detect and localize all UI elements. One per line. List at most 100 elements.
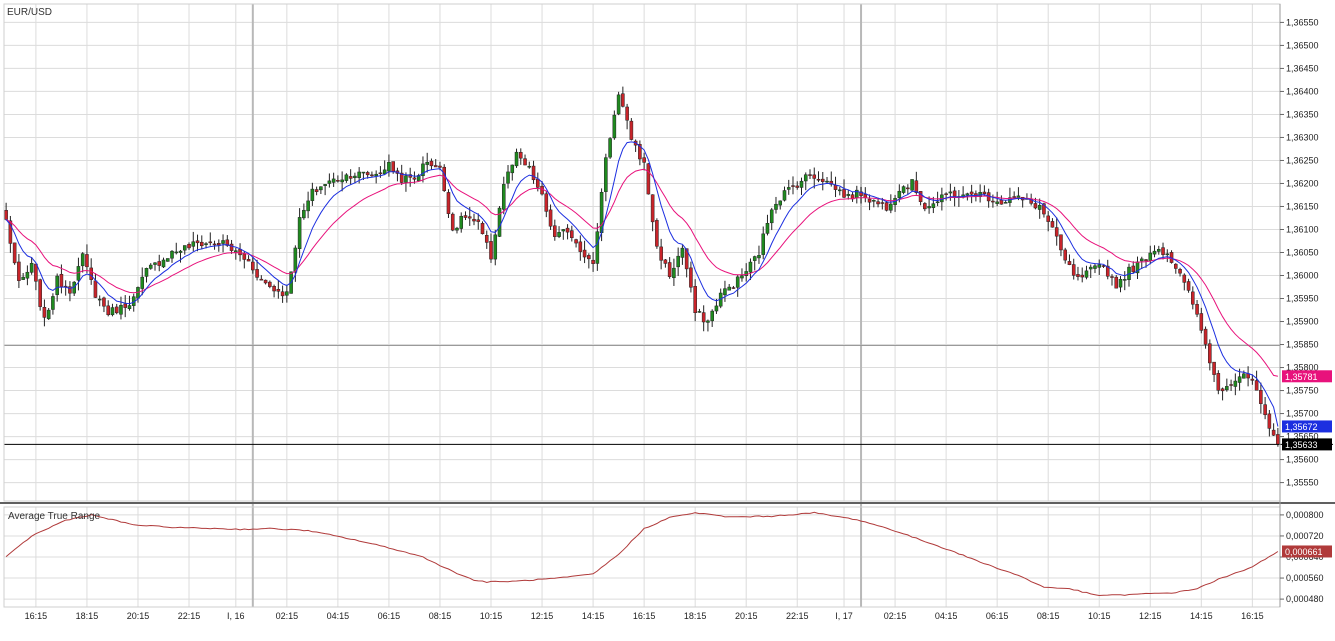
candle-body [604, 157, 608, 192]
candle [463, 211, 468, 221]
candle [4, 202, 8, 221]
candle [489, 233, 493, 263]
candle-body [769, 209, 774, 224]
candle [1199, 307, 1204, 334]
candle-body [965, 193, 970, 196]
candle [957, 190, 961, 207]
atr-tick-label: 0,000480 [1286, 594, 1324, 604]
candle [778, 200, 783, 210]
candle [693, 279, 697, 322]
candle [1152, 245, 1157, 258]
candle-body [846, 194, 851, 196]
eurusd-chart[interactable]: 1,355501,356001,356501,357001,357501,358… [0, 0, 1335, 636]
price-tick-label: 1,36100 [1286, 224, 1319, 234]
candle-body [723, 288, 727, 296]
chart-container[interactable]: 1,35550 1,35600 1,35650 1,35700 1,35750 1,358… [0, 0, 1335, 636]
candle [1186, 278, 1191, 293]
candle [1050, 218, 1055, 228]
candle [659, 238, 663, 270]
candle-body [582, 249, 587, 258]
candle-body [914, 180, 919, 193]
candle [855, 185, 859, 204]
time-tick-label: 16:15 [633, 611, 656, 621]
candle-body [523, 158, 527, 166]
candle-body [97, 298, 102, 301]
candle-body [293, 247, 298, 273]
time-tick-label: 08:15 [429, 611, 452, 621]
candle-body [774, 203, 778, 210]
candle-body [1131, 265, 1136, 273]
candle [191, 231, 196, 252]
candle [1131, 261, 1136, 274]
candle [701, 305, 706, 332]
candle-body [251, 261, 255, 271]
candle [1208, 339, 1212, 371]
candle-body [450, 213, 455, 231]
candle [148, 263, 153, 270]
candle-body [246, 259, 251, 262]
candle [268, 280, 272, 289]
candle [450, 212, 455, 232]
candle-body [93, 280, 98, 298]
time-tick-label: 18:15 [684, 611, 707, 621]
candle [395, 167, 400, 182]
price-tag: 1,35781 [1285, 372, 1318, 382]
candle-body [1178, 269, 1182, 274]
candle-body [689, 267, 693, 288]
candle [370, 171, 374, 178]
candle-body [497, 207, 502, 237]
candle [1114, 275, 1119, 289]
candle-body [646, 163, 651, 195]
candle-body [378, 172, 383, 175]
candle [1263, 396, 1267, 420]
candle [931, 196, 936, 214]
time-tick-label: 10:15 [480, 611, 503, 621]
candle-body [472, 218, 476, 222]
candle-body [38, 279, 42, 307]
fast-moving-average [5, 141, 1279, 427]
candle [484, 230, 489, 249]
candle-body [791, 185, 795, 187]
candle [582, 240, 587, 264]
candle [786, 179, 791, 195]
candle [837, 186, 842, 196]
candle-body [867, 198, 872, 203]
candle-body [625, 106, 629, 121]
candle [642, 152, 646, 171]
candle [506, 165, 510, 189]
candle-body [1254, 380, 1259, 391]
candle [706, 319, 710, 332]
candle [331, 172, 336, 187]
time-tick-label: 20:15 [735, 611, 758, 621]
candle [85, 244, 89, 274]
candle-body [442, 166, 447, 191]
price-tick-label: 1,36550 [1286, 17, 1319, 27]
candle [944, 192, 948, 201]
candle [1097, 259, 1102, 275]
atr-line [5, 511, 1279, 597]
candle-body [204, 243, 208, 245]
candle [867, 194, 872, 211]
time-tick-label: 14:15 [582, 611, 605, 621]
candle-body [876, 201, 880, 205]
time-tick-label: 20:15 [127, 611, 150, 621]
candle [663, 258, 668, 268]
price-tick-label: 1,36250 [1286, 155, 1319, 165]
candlesticks[interactable] [4, 86, 1280, 447]
candle-body [463, 215, 468, 218]
candle-body [701, 312, 706, 323]
candle-body [1237, 376, 1242, 383]
time-axis: 16:15 18:15 20:15 22:15 I, 16 02:15 04:15 06:15… [25, 611, 1264, 621]
candle [323, 184, 327, 196]
candle [803, 172, 808, 191]
candle-body [544, 193, 549, 212]
price-axis: 1,355501,356001,356501,357001,357501,358… [1280, 17, 1324, 604]
candle-body [808, 174, 812, 176]
candle [1259, 382, 1263, 414]
candle-body [102, 297, 106, 307]
candle-body [195, 240, 200, 244]
candle [1246, 366, 1250, 387]
candle-body [510, 164, 515, 174]
time-tick-label: 04:15 [327, 611, 350, 621]
candle [348, 169, 353, 185]
